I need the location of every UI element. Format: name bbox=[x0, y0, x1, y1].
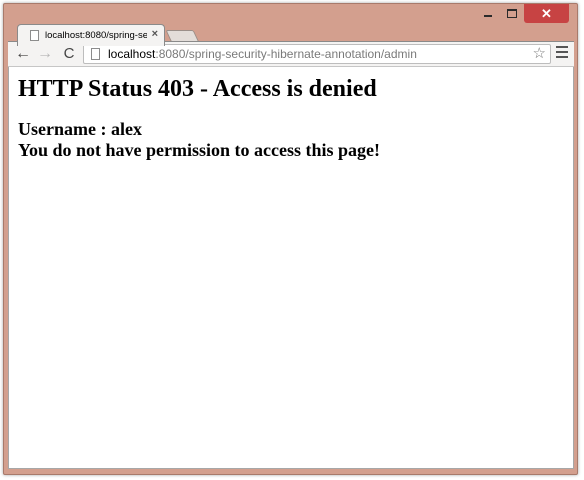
menu-bar-icon bbox=[556, 51, 568, 53]
address-bar[interactable]: localhost:8080/spring-security-hibernate… bbox=[83, 44, 551, 64]
reload-button[interactable]: C bbox=[60, 44, 78, 64]
tab-title: localhost:8080/spring-sec bbox=[45, 30, 147, 41]
url-path: :8080/spring-security-hibernate-annotati… bbox=[155, 47, 417, 61]
page-title: HTTP Status 403 - Access is denied bbox=[18, 76, 377, 102]
bookmark-star-icon[interactable]: ☆ bbox=[533, 45, 546, 63]
maximize-icon bbox=[507, 9, 517, 18]
page-content: HTTP Status 403 - Access is denied Usern… bbox=[8, 67, 574, 469]
close-window-button[interactable]: ✕ bbox=[524, 4, 569, 23]
denied-message: You do not have permission to access thi… bbox=[18, 140, 381, 160]
menu-bar-icon bbox=[556, 56, 568, 58]
menu-bar-icon bbox=[556, 46, 568, 48]
minimize-button[interactable] bbox=[475, 4, 500, 23]
page-icon bbox=[91, 48, 100, 60]
close-icon: ✕ bbox=[541, 5, 552, 21]
url-host: localhost bbox=[108, 47, 156, 61]
menu-button[interactable] bbox=[556, 46, 568, 60]
back-button[interactable]: ← bbox=[14, 44, 32, 64]
tab-close-icon[interactable]: × bbox=[152, 28, 158, 40]
document-icon bbox=[30, 30, 39, 41]
maximize-button[interactable] bbox=[500, 4, 524, 23]
forward-button[interactable]: → bbox=[36, 44, 54, 64]
browser-tab[interactable]: localhost:8080/spring-sec × bbox=[17, 24, 165, 46]
username-line: Username : alex bbox=[18, 119, 142, 139]
window-controls: ✕ bbox=[475, 4, 569, 23]
minimize-icon bbox=[483, 15, 492, 17]
url-text[interactable]: localhost:8080/spring-security-hibernate… bbox=[108, 47, 417, 61]
